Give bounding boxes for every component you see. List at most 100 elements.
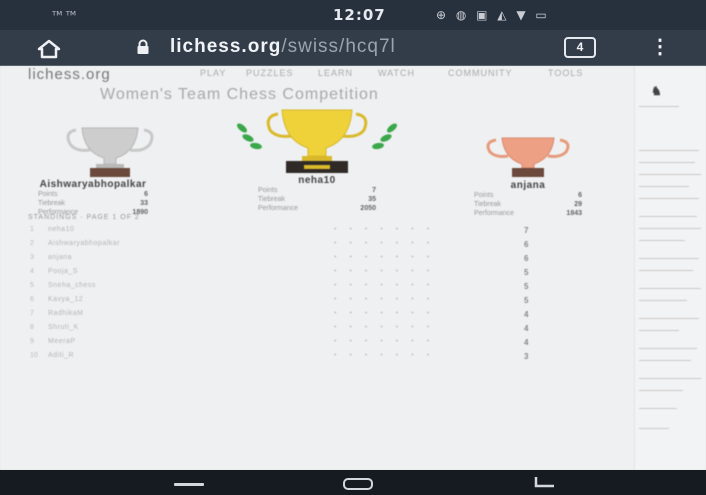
table-row[interactable]: 3 anjana ••••••• 6 (22, 254, 592, 268)
stat-row: Points 6 (18, 190, 168, 199)
row-player[interactable]: neha10 (48, 226, 74, 233)
nav-watch[interactable]: WATCH (378, 68, 415, 78)
url-field[interactable]: lichess.org/swiss/hcq7l (170, 36, 396, 58)
row-rank: 9 (30, 338, 34, 345)
nav-community[interactable]: COMMUNITY (448, 68, 513, 78)
text-line (639, 318, 699, 319)
row-player[interactable]: Kavya_12 (48, 296, 83, 303)
row-score: 4 (524, 338, 529, 347)
stat-value: 7 (372, 187, 376, 194)
text-line (639, 186, 689, 187)
stat-label: Points (258, 187, 278, 194)
row-rank: 4 (30, 268, 34, 275)
row-rank: 6 (30, 296, 34, 303)
stat-label: Tiebreak (474, 201, 501, 208)
table-row[interactable]: 2 Aishwaryabhopalkar ••••••• 6 (22, 240, 592, 254)
stat-row: Performance 1843 (474, 209, 582, 218)
row-score: 5 (524, 282, 529, 291)
row-player[interactable]: MeeraP (48, 338, 76, 345)
row-score: 5 (524, 296, 529, 305)
stat-value: 1843 (566, 210, 582, 217)
row-results: ••••••• (334, 226, 443, 233)
text-line (639, 378, 701, 379)
row-player[interactable]: Shruti_K (48, 324, 79, 331)
table-row[interactable]: 10 Aditi_R ••••••• 3 (22, 352, 592, 366)
tabs-icon[interactable]: 4 (564, 37, 596, 58)
back-icon[interactable] (532, 474, 558, 494)
tournament-icon: ♞ (651, 84, 662, 98)
site-logo[interactable]: lichess.org (28, 66, 111, 83)
home-button-icon[interactable] (338, 474, 378, 494)
stat-label: Performance (258, 205, 299, 212)
text-line (639, 258, 699, 259)
text-line (639, 288, 701, 289)
text-line (639, 228, 701, 229)
text-line (639, 348, 697, 349)
row-results: ••••••• (334, 268, 443, 275)
player-name[interactable]: neha10 (258, 175, 376, 186)
silver-trophy-icon (66, 127, 154, 177)
row-rank: 7 (30, 310, 34, 317)
row-score: 7 (524, 226, 529, 235)
menu-icon[interactable]: ⋮ (650, 37, 670, 57)
text-line (639, 408, 677, 409)
home-icon[interactable] (36, 38, 62, 60)
stat-row: Performance 2050 (258, 204, 376, 213)
row-score: 6 (524, 240, 529, 249)
row-player[interactable]: Pooja_S (48, 268, 78, 275)
row-player[interactable]: anjana (48, 254, 72, 261)
text-line (639, 174, 701, 175)
table-row[interactable]: 4 Pooja_S ••••••• 5 (22, 268, 592, 282)
stat-value: 29 (574, 201, 582, 208)
stat-value: 33 (140, 200, 148, 207)
text-line (639, 216, 697, 217)
stat-value: 2050 (360, 205, 376, 212)
row-player[interactable]: Sneha_chess (48, 282, 96, 289)
recent-apps-icon[interactable] (172, 474, 206, 494)
table-row[interactable]: 9 MeeraP ••••••• 4 (22, 338, 592, 352)
bronze-trophy-icon (486, 137, 570, 177)
stat-label: Points (38, 191, 58, 198)
row-player[interactable]: Aditi_R (48, 352, 74, 359)
stat-value: 6 (578, 192, 582, 199)
row-rank: 10 (30, 352, 38, 359)
table-row[interactable]: 8 Shruti_K ••••••• 4 (22, 324, 592, 338)
carrier-indicator: ᵀᴹ ᵀᴹ (52, 9, 76, 22)
row-results: ••••••• (334, 324, 443, 331)
stat-row: Points 6 (474, 191, 582, 200)
row-player[interactable]: RadhikaM (48, 310, 84, 317)
url-path: /swiss/hcq7l (281, 36, 396, 57)
stat-row: Tiebreak 35 (258, 195, 376, 204)
url-host: lichess.org (170, 36, 282, 57)
row-rank: 3 (30, 254, 34, 261)
web-page: lichess.org PLAY PUZZLES LEARN WATCH COM… (0, 66, 706, 470)
text-line (639, 360, 691, 361)
player-name[interactable]: Aishwaryabhopalkar (18, 179, 168, 190)
row-rank: 5 (30, 282, 34, 289)
podium-first: neha10 Points 7 Tiebreak 35 Performance 205… (258, 175, 376, 213)
status-icons: ⊕ ◍ ▣ ◭ ▼ ▭ (436, 8, 550, 22)
table-row[interactable]: 7 RadhikaM ••••••• 4 (22, 310, 592, 324)
row-rank: 2 (30, 240, 34, 247)
row-score: 4 (524, 324, 529, 333)
nav-puzzles[interactable]: PUZZLES (246, 68, 294, 78)
system-nav-bar (0, 470, 706, 495)
standings-header[interactable]: STANDINGS · PAGE 1 OF 2 (28, 214, 140, 221)
text-line (639, 162, 695, 163)
player-name[interactable]: anjana (474, 180, 582, 191)
row-score: 6 (524, 254, 529, 263)
row-results: ••••••• (334, 352, 443, 359)
browser-toolbar: lichess.org/swiss/hcq7l 4 ⋮ (0, 30, 706, 66)
nav-play[interactable]: PLAY (200, 68, 226, 78)
stat-label: Points (474, 192, 494, 199)
nav-learn[interactable]: LEARN (318, 68, 353, 78)
tournament-side-panel: ♞ (634, 66, 706, 470)
podium-second: Aishwaryabhopalkar Points 6 Tiebreak 33 Pe… (18, 179, 168, 217)
table-row[interactable]: 1 neha10 ••••••• 7 (22, 226, 592, 240)
clock: 12:07 (333, 6, 386, 24)
nav-tools[interactable]: TOOLS (548, 68, 583, 78)
podium-third: anjana Points 6 Tiebreak 29 Performance 184… (474, 180, 582, 218)
row-player[interactable]: Aishwaryabhopalkar (48, 240, 120, 247)
table-row[interactable]: 6 Kavya_12 ••••••• 5 (22, 296, 592, 310)
table-row[interactable]: 5 Sneha_chess ••••••• 5 (22, 282, 592, 296)
